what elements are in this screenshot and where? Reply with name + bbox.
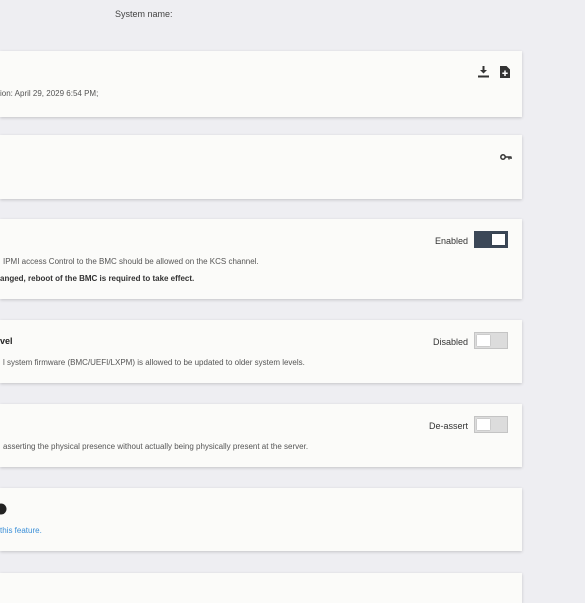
help-circle-icon[interactable] [0, 503, 7, 515]
last-backup-text: ion: April 29, 2029 6:54 PM; [0, 89, 99, 98]
feature-card: this feature. [0, 488, 522, 551]
downgrade-card: vel Disabled l system firmware (BMC/UEFI… [0, 320, 522, 383]
key-card [0, 135, 522, 199]
ipmi-reboot-note: anged, reboot of the BMC is required to … [0, 274, 195, 283]
key-icon[interactable] [500, 153, 512, 161]
ipmi-description: IPMI access Control to the BMC should be… [3, 257, 259, 266]
file-add-icon[interactable] [500, 66, 510, 78]
ipmi-status-label: Enabled [434, 236, 468, 246]
toggle-knob [477, 419, 490, 430]
ipmi-toggle[interactable] [474, 231, 508, 248]
physical-presence-card: De-assert asserting the physical presenc… [0, 404, 522, 467]
toggle-knob [477, 335, 490, 346]
presence-description: asserting the physical presence without … [3, 442, 309, 451]
ipmi-kcs-card: Enabled IPMI access Control to the BMC s… [0, 219, 522, 299]
feature-link[interactable]: this feature. [0, 526, 42, 535]
downgrade-status-label: Disabled [432, 337, 468, 347]
backup-card: ion: April 29, 2029 6:54 PM; [0, 51, 522, 117]
next-card [0, 573, 522, 603]
downgrade-toggle[interactable] [474, 332, 508, 349]
system-name-label: System name: [115, 9, 173, 19]
download-icon[interactable] [477, 66, 490, 78]
toggle-knob [492, 234, 505, 245]
downgrade-description: l system firmware (BMC/UEFI/LXPM) is all… [3, 358, 305, 367]
downgrade-title: vel [0, 336, 13, 346]
presence-status-label: De-assert [428, 421, 468, 431]
presence-toggle[interactable] [474, 416, 508, 433]
